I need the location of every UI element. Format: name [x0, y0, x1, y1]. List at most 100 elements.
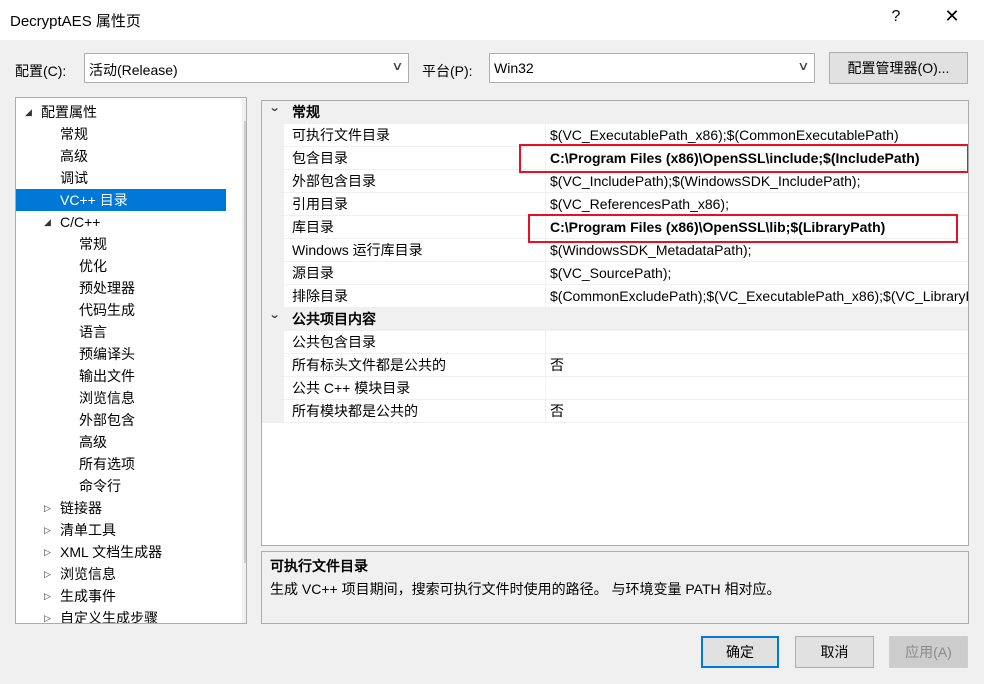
tree-item-label: 自定义生成步骤	[60, 610, 158, 624]
tree-item[interactable]: ▷ XML 文档生成器	[16, 541, 226, 563]
grid-row-name: 包含目录	[284, 147, 546, 169]
tree-item[interactable]: ▷ 浏览信息	[16, 563, 226, 585]
tree-scrollbar[interactable]: ∧ ∨	[239, 99, 247, 623]
config-label: 配置(C):	[15, 63, 67, 79]
collapse-icon[interactable]: ◢	[25, 101, 32, 123]
tree-item-label: XML 文档生成器	[60, 544, 163, 560]
grid-row-name: 源目录	[284, 262, 546, 284]
close-icon[interactable]: ✕	[940, 6, 964, 27]
grid-row[interactable]: 库目录 C:\Program Files (x86)\OpenSSL\lib;$(…	[284, 216, 968, 239]
grid-row[interactable]: 所有标头文件都是公共的否	[284, 354, 968, 377]
tree-item[interactable]: 高级	[16, 145, 226, 167]
collapse-icon[interactable]: ⌄	[269, 308, 281, 321]
tree-item[interactable]: ▷ 链接器	[16, 497, 226, 519]
tree-item[interactable]: 语言	[16, 321, 226, 343]
tree-item-label: 常规	[79, 236, 107, 252]
grid-row-value[interactable]: C:\Program Files (x86)\OpenSSL\lib;$(Lib…	[547, 216, 968, 238]
grid-row[interactable]: 排除目录 $(CommonExcludePath);$(VC_Executable…	[284, 285, 968, 308]
apply-button[interactable]: 应用(A)	[889, 636, 968, 668]
tree-item-label: 高级	[60, 148, 88, 164]
tree-item-label: 语言	[79, 324, 107, 340]
platform-select[interactable]: Win32 ∨	[489, 53, 815, 83]
tree-item[interactable]: 预编译头	[16, 343, 226, 365]
expand-icon[interactable]: ▷	[44, 519, 51, 541]
scroll-thumb[interactable]	[244, 121, 246, 563]
tree-item[interactable]: ◢ 配置属性	[16, 101, 226, 123]
grid-row-value[interactable]	[547, 377, 968, 399]
grid-row-value[interactable]: $(WindowsSDK_MetadataPath);	[547, 239, 968, 261]
property-tree[interactable]: ◢ 配置属性 常规 高级 调试 VC++ 目录 ◢ C/C++ 常规 优化 预处理器 代码生成 语言 预编…	[15, 97, 247, 624]
expand-icon[interactable]: ▷	[44, 497, 51, 519]
tree-item[interactable]: 命令行	[16, 475, 226, 497]
grid-row-value[interactable]: 否	[547, 400, 968, 422]
collapse-icon[interactable]: ⌄	[269, 101, 281, 114]
grid-row-value[interactable]	[547, 331, 968, 353]
tree-item-label: 预编译头	[79, 346, 135, 362]
tree-item[interactable]: 输出文件	[16, 365, 226, 387]
grid-row[interactable]: 公共 C++ 模块目录	[284, 377, 968, 400]
tree-item-label: 浏览信息	[79, 390, 135, 406]
expand-icon[interactable]: ▷	[44, 563, 51, 585]
grid-row[interactable]: 外部包含目录 $(VC_IncludePath);$(WindowsSDK_Inc…	[284, 170, 968, 193]
tree-item[interactable]: 代码生成	[16, 299, 226, 321]
tree-item[interactable]: ▷ 生成事件	[16, 585, 226, 607]
tree-item-label: 预处理器	[79, 280, 135, 296]
tree-item-label: 高级	[79, 434, 107, 450]
description-text: 生成 VC++ 项目期间，搜索可执行文件时使用的路径。 与环境变量 PATH 相…	[270, 581, 781, 597]
grid-row[interactable]: 包含目录 C:\Program Files (x86)\OpenSSL\inclu…	[284, 147, 968, 170]
ok-button[interactable]: 确定	[701, 636, 779, 668]
chevron-down-icon: ∨	[391, 59, 404, 73]
grid-row-value[interactable]: $(VC_SourcePath);	[547, 262, 968, 284]
grid-row-value[interactable]: 否	[547, 354, 968, 376]
tree-item-label: 命令行	[79, 478, 121, 494]
config-select[interactable]: 活动(Release) ∨	[84, 53, 409, 83]
grid-row[interactable]: 引用目录 $(VC_ReferencesPath_x86);	[284, 193, 968, 216]
grid-row-name: 可执行文件目录	[284, 124, 546, 146]
config-manager-button[interactable]: 配置管理器(O)...	[829, 52, 968, 84]
help-icon[interactable]: ?	[886, 8, 906, 26]
property-grid[interactable]: ⌄ 常规 可执行文件目录 $(VC_ExecutablePath_x86);$(Com…	[261, 100, 969, 546]
grid-row-value[interactable]: $(VC_IncludePath);$(WindowsSDK_IncludePa…	[547, 170, 968, 192]
description-title: 可执行文件目录	[270, 558, 368, 574]
grid-row[interactable]: Windows 运行库目录 $(WindowsSDK_MetadataPath);	[284, 239, 968, 262]
tree-item[interactable]: 常规	[16, 123, 226, 145]
tree-item[interactable]: 外部包含	[16, 409, 226, 431]
grid-row-value[interactable]: $(VC_ReferencesPath_x86);	[547, 193, 968, 215]
tree-item[interactable]: 调试	[16, 167, 226, 189]
config-value: 活动(Release)	[89, 62, 178, 78]
chevron-down-icon[interactable]: ∨	[239, 604, 247, 622]
tree-item[interactable]: VC++ 目录	[16, 189, 226, 211]
grid-row-value[interactable]: C:\Program Files (x86)\OpenSSL\include;$…	[547, 147, 968, 169]
chevron-up-icon[interactable]: ∧	[239, 99, 247, 117]
grid-category[interactable]: ⌄ 常规	[262, 101, 968, 124]
tree-item[interactable]: 预处理器	[16, 277, 226, 299]
collapse-icon[interactable]: ◢	[44, 211, 51, 233]
expand-icon[interactable]: ▷	[44, 541, 51, 563]
grid-row-name: 所有模块都是公共的	[284, 400, 546, 422]
tree-item[interactable]: ◢ C/C++	[16, 211, 226, 233]
tree-item[interactable]: 常规	[16, 233, 226, 255]
tree-item[interactable]: 优化	[16, 255, 226, 277]
expand-icon[interactable]: ▷	[44, 607, 51, 623]
chevron-down-icon: ∨	[797, 59, 810, 73]
expand-icon[interactable]: ▷	[44, 585, 51, 607]
grid-row[interactable]: 公共包含目录	[284, 331, 968, 354]
grid-row[interactable]: 可执行文件目录 $(VC_ExecutablePath_x86);$(Common…	[284, 124, 968, 147]
grid-row-name: Windows 运行库目录	[284, 239, 546, 261]
cancel-button[interactable]: 取消	[795, 636, 874, 668]
grid-row-value[interactable]: $(CommonExcludePath);$(VC_ExecutablePath…	[547, 285, 968, 307]
tree-item-label: 外部包含	[79, 412, 135, 428]
tree-item-label: 清单工具	[60, 522, 116, 538]
grid-gutter	[262, 101, 284, 423]
grid-row-name: 排除目录	[284, 285, 546, 307]
description-pane: 可执行文件目录 生成 VC++ 项目期间，搜索可执行文件时使用的路径。 与环境变…	[261, 551, 969, 624]
grid-row-value[interactable]: $(VC_ExecutablePath_x86);$(CommonExecuta…	[547, 124, 968, 146]
grid-category[interactable]: ⌄ 公共项目内容	[262, 308, 968, 331]
tree-item[interactable]: ▷ 清单工具	[16, 519, 226, 541]
tree-item[interactable]: 高级	[16, 431, 226, 453]
grid-row[interactable]: 所有模块都是公共的否	[284, 400, 968, 423]
tree-item[interactable]: 所有选项	[16, 453, 226, 475]
tree-item[interactable]: 浏览信息	[16, 387, 226, 409]
tree-item[interactable]: ▷ 自定义生成步骤	[16, 607, 226, 624]
grid-row[interactable]: 源目录 $(VC_SourcePath);	[284, 262, 968, 285]
